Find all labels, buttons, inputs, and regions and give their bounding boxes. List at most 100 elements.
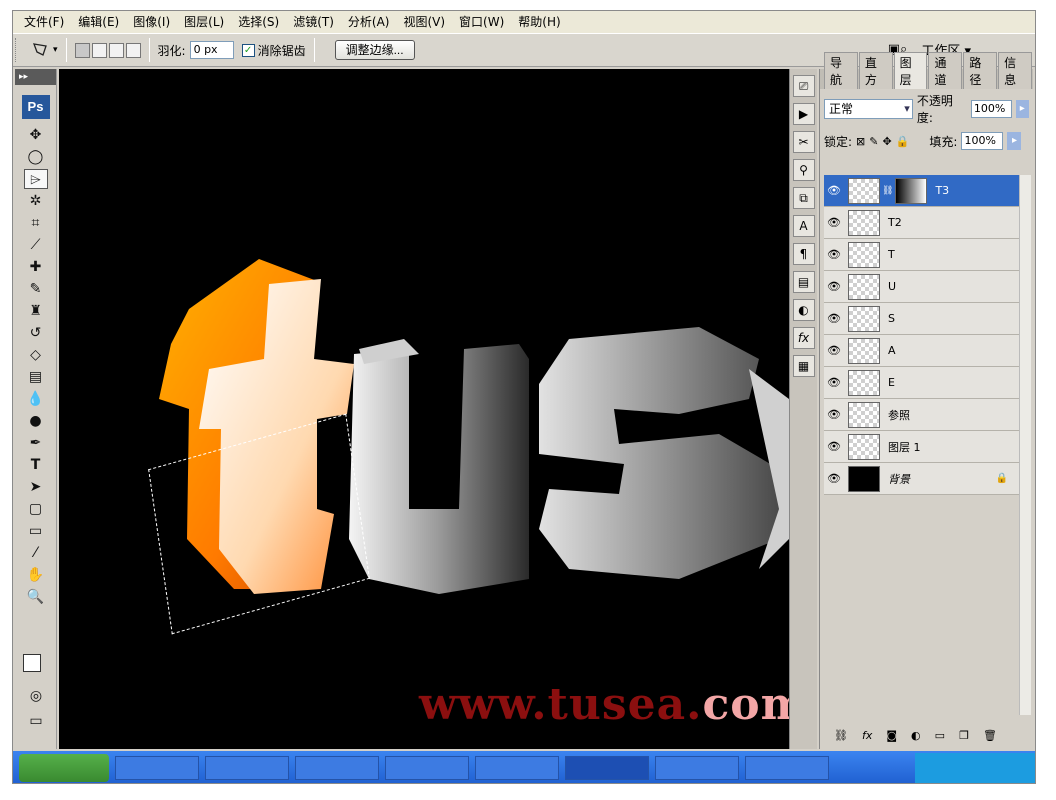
layer-row[interactable]: 👁 图层 1: [824, 431, 1020, 463]
photoshop-logo[interactable]: Ps: [21, 95, 50, 119]
character-panel-icon[interactable]: A: [792, 215, 815, 237]
opacity-input[interactable]: 100%: [970, 100, 1012, 118]
lock-transparent-icon[interactable]: ⊠: [856, 135, 865, 148]
menu-file[interactable]: 文件(F): [17, 11, 71, 33]
eye-icon[interactable]: 👁: [824, 216, 844, 229]
tab-paths[interactable]: 路径: [963, 52, 998, 89]
layer-style-icon[interactable]: fx: [862, 729, 872, 742]
layer-row[interactable]: 👁 T: [824, 239, 1020, 271]
color-panel-icon[interactable]: ◐: [792, 299, 815, 321]
opacity-arrow-icon[interactable]: ▸: [1015, 100, 1029, 118]
eye-icon[interactable]: 👁: [824, 280, 844, 293]
shape-tool-icon[interactable]: ▢: [24, 499, 48, 519]
fill-arrow-icon[interactable]: ▸: [1007, 132, 1022, 150]
lasso-tool-icon[interactable]: ⌲: [23, 169, 48, 189]
tab-info[interactable]: 信息: [998, 52, 1032, 89]
menu-help[interactable]: 帮助(H): [511, 11, 567, 33]
marquee-tool-icon[interactable]: ◯: [24, 147, 48, 167]
layer-row[interactable]: 👁 T2: [824, 207, 1020, 239]
actions-panel-icon[interactable]: ▶: [792, 103, 815, 125]
pen-tool-icon[interactable]: ✒: [24, 433, 48, 453]
menu-window[interactable]: 窗口(W): [452, 11, 511, 33]
intersect-selection-button[interactable]: [125, 42, 141, 58]
tools-collapse-handle[interactable]: ▸▸: [15, 69, 56, 85]
adjustment-layer-icon[interactable]: ◐: [911, 729, 921, 742]
dodge-tool-icon[interactable]: ●: [24, 411, 48, 431]
eyedropper-tool-icon[interactable]: ⟋: [24, 235, 48, 255]
layer-comps-icon[interactable]: ⧉: [792, 187, 815, 209]
move-tool-icon[interactable]: ✥: [24, 125, 48, 145]
feather-input[interactable]: 0 px: [189, 41, 234, 59]
document-canvas[interactable]: www.tusea.com: [59, 69, 789, 749]
eye-icon[interactable]: 👁: [824, 440, 844, 453]
tab-channels[interactable]: 通道: [928, 52, 963, 89]
styles-panel-icon[interactable]: fx: [792, 327, 815, 349]
tab-navigator[interactable]: 导航: [824, 52, 858, 89]
lock-image-icon[interactable]: ✎: [869, 135, 878, 148]
menu-view[interactable]: 视图(V): [396, 11, 452, 33]
notes-panel-icon[interactable]: ▤: [792, 271, 815, 293]
layer-row[interactable]: 👁 U: [824, 271, 1020, 303]
eye-icon[interactable]: 👁: [824, 248, 844, 261]
menu-layer[interactable]: 图层(L): [177, 11, 231, 33]
notes-tool-icon[interactable]: ▭: [24, 521, 48, 541]
menu-image[interactable]: 图像(I): [126, 11, 177, 33]
tool-preset-picker[interactable]: ▾: [31, 41, 58, 59]
new-group-icon[interactable]: ▭: [935, 729, 945, 742]
clone-source-icon[interactable]: ⚲: [792, 159, 815, 181]
blend-mode-select[interactable]: 正常: [824, 99, 913, 119]
taskbar-item[interactable]: [115, 756, 199, 780]
eye-icon[interactable]: 👁: [824, 376, 844, 389]
menu-filter[interactable]: 滤镜(T): [286, 11, 341, 33]
link-layers-icon[interactable]: ⛓: [834, 729, 848, 742]
eye-icon[interactable]: 👁: [824, 184, 844, 197]
color-sampler-tool-icon[interactable]: ⁄: [24, 543, 48, 563]
new-selection-button[interactable]: [74, 42, 90, 58]
taskbar-item[interactable]: [655, 756, 739, 780]
history-brush-tool-icon[interactable]: ↺: [24, 323, 48, 343]
taskbar-item[interactable]: [205, 756, 289, 780]
layer-row[interactable]: 👁 A: [824, 335, 1020, 367]
menu-analysis[interactable]: 分析(A): [341, 11, 397, 33]
zoom-tool-icon[interactable]: 🔍: [24, 587, 48, 607]
foreground-color-swatch[interactable]: [23, 654, 41, 672]
add-mask-icon[interactable]: ◙: [886, 729, 897, 742]
tab-histogram[interactable]: 直方: [858, 52, 893, 89]
add-selection-button[interactable]: [91, 42, 107, 58]
menu-select[interactable]: 选择(S): [231, 11, 286, 33]
layer-row[interactable]: 👁 参照: [824, 399, 1020, 431]
paragraph-panel-icon[interactable]: ¶: [792, 243, 815, 265]
taskbar-item[interactable]: [475, 756, 559, 780]
eye-icon[interactable]: 👁: [824, 472, 844, 485]
blur-tool-icon[interactable]: 💧: [24, 389, 48, 409]
swatches-panel-icon[interactable]: ▦: [792, 355, 815, 377]
tool-presets-icon[interactable]: ✂: [792, 131, 815, 153]
layer-row[interactable]: 👁 S: [824, 303, 1020, 335]
crop-tool-icon[interactable]: ⌗: [24, 213, 48, 233]
taskbar-item[interactable]: [745, 756, 829, 780]
layer-row[interactable]: 👁 E: [824, 367, 1020, 399]
tab-layers[interactable]: 图层: [893, 52, 928, 89]
eye-icon[interactable]: 👁: [824, 344, 844, 357]
menu-edit[interactable]: 编辑(E): [71, 11, 126, 33]
path-selection-tool-icon[interactable]: ➤: [24, 477, 48, 497]
subtract-selection-button[interactable]: [108, 42, 124, 58]
antialias-checkbox[interactable]: ✓ 消除锯齿: [241, 42, 306, 59]
taskbar-item[interactable]: [565, 756, 649, 780]
hand-tool-icon[interactable]: ✋: [24, 565, 48, 585]
brush-tool-icon[interactable]: ✎: [24, 279, 48, 299]
type-tool-icon[interactable]: T: [24, 455, 48, 475]
refine-edge-button[interactable]: 调整边缘...: [334, 40, 415, 60]
history-panel-icon[interactable]: ⎚: [792, 75, 815, 97]
magic-wand-tool-icon[interactable]: ✲: [24, 191, 48, 211]
start-button[interactable]: [19, 754, 109, 782]
quick-mask-icon[interactable]: ◎: [24, 686, 48, 706]
taskbar-item[interactable]: [295, 756, 379, 780]
eraser-tool-icon[interactable]: ◇: [24, 345, 48, 365]
healing-brush-tool-icon[interactable]: ✚: [24, 257, 48, 277]
delete-layer-icon[interactable]: 🗑: [983, 729, 997, 742]
layer-row[interactable]: 👁 ⛓ T3: [824, 175, 1020, 207]
clone-stamp-tool-icon[interactable]: ♜: [24, 301, 48, 321]
eye-icon[interactable]: 👁: [824, 312, 844, 325]
lock-all-icon[interactable]: 🔒: [896, 135, 910, 148]
